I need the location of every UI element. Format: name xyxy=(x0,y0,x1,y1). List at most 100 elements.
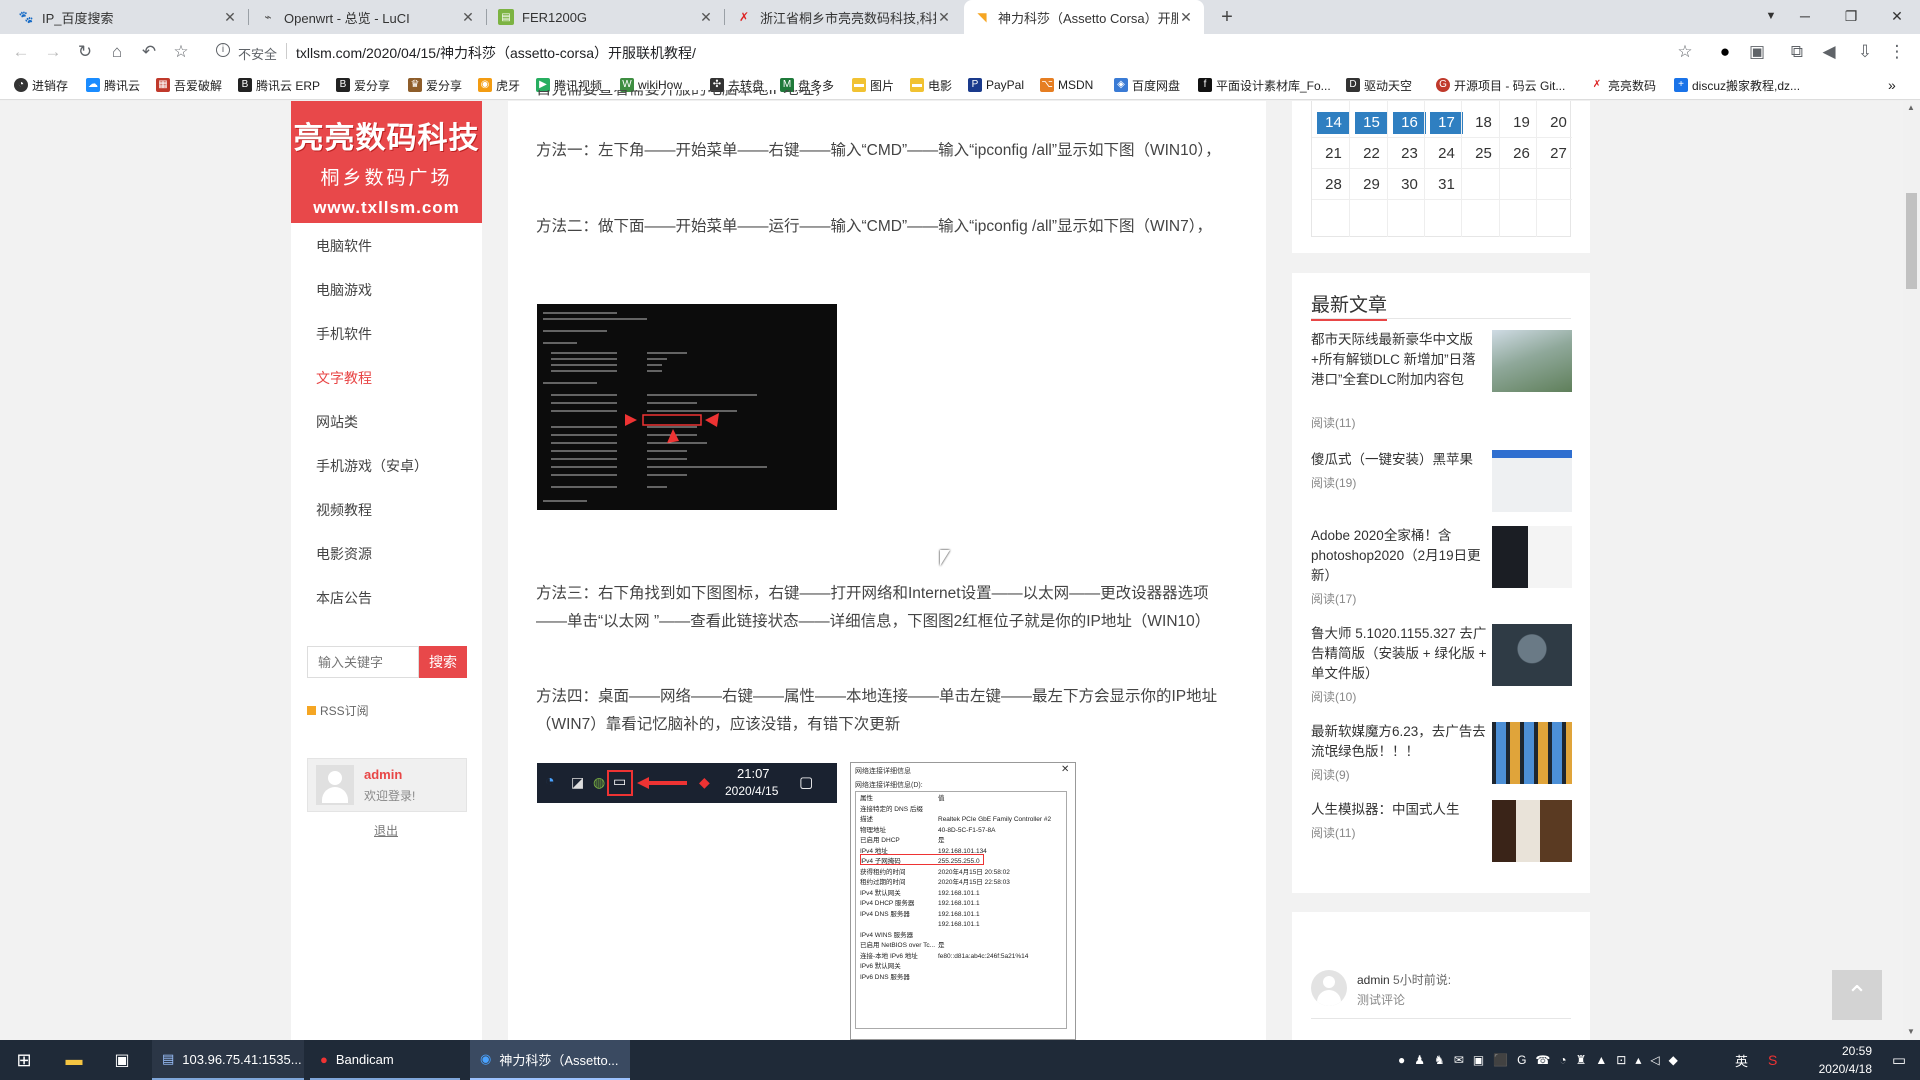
clock[interactable]: 20:59 2020/4/18 xyxy=(1796,1040,1872,1080)
menu-icon[interactable]: ⋮ xyxy=(1886,41,1908,63)
extension-chat-icon[interactable]: ▣ xyxy=(1746,41,1768,63)
username[interactable]: admin xyxy=(364,767,402,782)
info-icon[interactable]: i xyxy=(216,43,230,57)
nav-item-mobile-games[interactable]: 手机游戏（安卓） xyxy=(316,456,428,476)
system-tray-icons[interactable]: ●♟♞✉▣⬛G☎◔♜▲⊡▴◁◆ xyxy=(1398,1040,1687,1080)
logout-link[interactable]: 退出 xyxy=(374,822,398,839)
search-button[interactable]: 搜索 xyxy=(419,646,467,678)
bookmark-item[interactable]: ▦ 吾爱破解 xyxy=(156,77,222,93)
crop-icon[interactable]: ⧉ xyxy=(1786,41,1808,63)
sogou-icon[interactable]: S xyxy=(1768,1040,1777,1080)
nav-item-tutorials[interactable]: 文字教程 xyxy=(316,368,372,388)
post-title[interactable]: Adobe 2020全家桶！含photoshop2020（2月19日更新） xyxy=(1311,526,1489,586)
post-title[interactable]: 都市天际线最新豪华中文版+所有解锁DLC 新增加”日落港口”全套DLC附加内容包 xyxy=(1311,330,1489,390)
download-icon[interactable]: ⇩ xyxy=(1854,41,1876,63)
tab-openwrt[interactable]: ⌁ Openwrt - 总览 - LuCI ✕ xyxy=(250,0,486,34)
new-tab-icon[interactable]: + xyxy=(1214,4,1240,30)
post-thumbnail[interactable] xyxy=(1492,526,1572,588)
bookmark-item[interactable]: ✗ 亮亮数码 xyxy=(1590,77,1656,93)
post-thumbnail[interactable] xyxy=(1492,624,1572,686)
file-explorer-icon[interactable]: ▬ xyxy=(52,1040,96,1080)
taskbar-item-remote[interactable]: ▤ 103.96.75.41:1535... xyxy=(152,1040,304,1080)
bookmark-star-icon[interactable]: ☆ xyxy=(170,41,192,63)
home-icon[interactable]: ⌂ xyxy=(106,41,128,63)
bookmark-item[interactable]: B 腾讯云 ERP xyxy=(238,77,320,93)
dialog-close-icon: ✕ xyxy=(1061,764,1070,775)
tab-liangliang[interactable]: ✗ 浙江省桐乡市亮亮数码科技,科技 ✕ xyxy=(726,0,962,34)
rss-link[interactable]: RSS订阅 xyxy=(307,702,369,719)
bookmark-item[interactable]: D 驱动天空 xyxy=(1346,77,1412,93)
bookmark-item[interactable]: ◔ 进销存 xyxy=(14,77,68,93)
close-tab-icon[interactable]: ✕ xyxy=(936,9,952,26)
bookmark-page-icon[interactable]: ☆ xyxy=(1674,41,1696,63)
nav-item-pc-games[interactable]: 电脑游戏 xyxy=(316,280,372,300)
calendar-day[interactable]: 14 xyxy=(1317,112,1350,134)
vertical-scrollbar[interactable]: ▲ ▼ xyxy=(1903,101,1920,1040)
extension-circle-icon[interactable]: ● xyxy=(1714,41,1736,63)
taskbar-item-browser[interactable]: ◉ 神力科莎（Assetto... xyxy=(470,1040,630,1080)
close-window-icon[interactable]: ✕ xyxy=(1874,0,1920,34)
nav-item-mobile-software[interactable]: 手机软件 xyxy=(316,324,372,344)
scrollbar-thumb[interactable] xyxy=(1906,193,1917,289)
windows-start-icon[interactable]: ⊞ xyxy=(0,1040,48,1080)
scroll-down-icon[interactable]: ▼ xyxy=(1907,1027,1915,1036)
security-label: 不安全 xyxy=(238,47,278,62)
comment-user[interactable]: admin xyxy=(1357,973,1390,987)
site-logo[interactable]: 亮亮数码科技 桐乡数码广场 www.txllsm.com xyxy=(291,101,482,223)
bookmark-item[interactable]: ☁ 腾讯云 xyxy=(86,77,140,93)
address-bar[interactable]: i 不安全 txllsm.com/2020/04/15/神力科莎（assetto… xyxy=(204,39,1704,65)
post-reads: 阅读(11) xyxy=(1311,416,1356,430)
ime-indicator[interactable]: 英 xyxy=(1735,1040,1748,1080)
more-bookmarks-icon[interactable]: » xyxy=(1888,77,1896,93)
bookmark-item[interactable]: ◉ 虎牙 xyxy=(478,77,520,93)
forward-icon[interactable]: → xyxy=(42,41,64,63)
post-title[interactable]: 鲁大师 5.1020.1155.327 去广告精简版（安装版 + 绿化版 + 单… xyxy=(1311,624,1489,684)
close-tab-icon[interactable]: ✕ xyxy=(222,9,238,26)
nav-item-video-tutorials[interactable]: 视频教程 xyxy=(316,500,372,520)
comment-text[interactable]: 测试评论 xyxy=(1357,991,1405,1008)
taskbar-item-bandicam[interactable]: ● Bandicam xyxy=(310,1040,460,1080)
bookmark-item[interactable]: B 爱分享 xyxy=(336,77,390,93)
search-input[interactable] xyxy=(307,646,419,678)
action-center-icon[interactable]: ▭ xyxy=(1884,1040,1914,1080)
scroll-up-icon[interactable]: ▲ xyxy=(1907,103,1915,112)
browser-toolbar: ← → ↻ ⌂ ↶ ☆ i 不安全 txllsm.com/2020/04/15/… xyxy=(0,34,1920,70)
calendar-day[interactable]: 15 xyxy=(1355,112,1388,134)
back-to-top-button[interactable]: ⌃ xyxy=(1832,970,1882,1020)
nav-item-websites[interactable]: 网站类 xyxy=(316,412,358,432)
undo-icon[interactable]: ↶ xyxy=(138,41,160,63)
post-thumbnail[interactable] xyxy=(1492,450,1572,512)
close-tab-icon[interactable]: ✕ xyxy=(460,9,476,26)
calendar-day[interactable]: 17 xyxy=(1430,112,1463,134)
calendar-day[interactable]: 16 xyxy=(1393,112,1426,134)
reload-icon[interactable]: ↻ xyxy=(74,41,96,63)
back-icon[interactable]: ← xyxy=(10,41,32,63)
tab-assetto-corsa[interactable]: ◥ 神力科莎（Assetto Corsa）开服 ✕ xyxy=(964,0,1204,34)
close-tab-icon[interactable]: ✕ xyxy=(698,9,714,26)
post-reads: 阅读(19) xyxy=(1311,476,1357,490)
store-icon[interactable]: ▣ xyxy=(100,1040,144,1080)
post-thumbnail[interactable] xyxy=(1492,722,1572,784)
calendar-day: 20 xyxy=(1550,114,1567,131)
bookmark-item[interactable]: ♛ 爱分享 xyxy=(408,77,462,93)
bookmark-item[interactable]: G 开源项目 - 码云 Git... xyxy=(1436,77,1565,93)
minimize-icon[interactable]: ─ xyxy=(1782,0,1828,34)
post-title[interactable]: 傻瓜式（一键安装）黑苹果 xyxy=(1311,450,1489,470)
post-title[interactable]: 人生模拟器：中国式人生 xyxy=(1311,800,1489,820)
url-text[interactable]: txllsm.com/2020/04/15/神力科莎（assetto-corsa… xyxy=(296,43,696,63)
bookmark-item[interactable]: + discuz搬家教程,dz... xyxy=(1674,77,1800,93)
tab-fer1200g[interactable]: ▤ FER1200G ✕ xyxy=(488,0,724,34)
nav-item-announcements[interactable]: 本店公告 xyxy=(316,588,372,608)
close-tab-icon[interactable]: ✕ xyxy=(1178,9,1194,26)
restore-icon[interactable]: ❐ xyxy=(1828,0,1874,34)
mute-icon[interactable]: ◀ xyxy=(1818,41,1840,63)
nav-item-movies[interactable]: 电影资源 xyxy=(316,544,372,564)
post-reads: 阅读(11) xyxy=(1311,826,1356,840)
post-thumbnail[interactable] xyxy=(1492,330,1572,392)
post-thumbnail[interactable] xyxy=(1492,800,1572,862)
details-row: 属性 值 xyxy=(860,794,1066,804)
post-title[interactable]: 最新软媒魔方6.23，去广告去流氓绿色版！！！ xyxy=(1311,722,1489,762)
calendar-day: 27 xyxy=(1550,145,1567,162)
tab-ip-search[interactable]: 🐾 IP_百度搜索 ✕ xyxy=(8,0,248,34)
nav-item-pc-software[interactable]: 电脑软件 xyxy=(316,236,372,256)
